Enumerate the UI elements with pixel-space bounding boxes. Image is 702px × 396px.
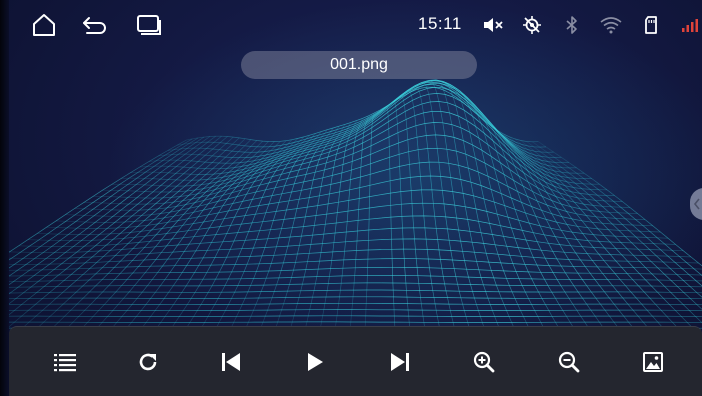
zoom-in-button[interactable]: [469, 347, 499, 377]
back-icon[interactable]: [80, 10, 110, 40]
zoom-in-icon: [473, 351, 495, 373]
playlist-button[interactable]: [50, 347, 80, 377]
playback-control-bar: [9, 326, 702, 396]
refresh-button[interactable]: [133, 347, 163, 377]
image-viewer-screen: 15:11 001.png: [0, 0, 702, 396]
play-button[interactable]: [300, 347, 330, 377]
chevron-left-icon: [693, 198, 700, 210]
wallpaper-icon: [643, 352, 663, 372]
wifi-icon: [596, 10, 626, 40]
signal-icon: [676, 10, 702, 40]
zoom-out-icon: [558, 351, 580, 373]
home-icon[interactable]: [29, 10, 59, 40]
playlist-icon: [54, 354, 76, 372]
bluetooth-icon: [557, 10, 587, 40]
set-wallpaper-button[interactable]: [638, 347, 668, 377]
previous-button[interactable]: [216, 347, 246, 377]
volume-muted-icon: [478, 10, 508, 40]
clock: 15:11: [418, 14, 462, 33]
gps-off-icon: [517, 10, 547, 40]
screen-bezel: [0, 0, 9, 396]
recent-apps-icon[interactable]: [134, 10, 164, 40]
play-icon: [308, 353, 323, 371]
sd-card-icon: [636, 10, 666, 40]
refresh-icon: [139, 353, 157, 371]
status-bar: 15:11: [0, 0, 702, 50]
filename-label: 001.png: [241, 51, 477, 79]
previous-icon: [222, 353, 240, 371]
next-icon: [391, 353, 409, 371]
next-button[interactable]: [385, 347, 415, 377]
zoom-out-button[interactable]: [554, 347, 584, 377]
